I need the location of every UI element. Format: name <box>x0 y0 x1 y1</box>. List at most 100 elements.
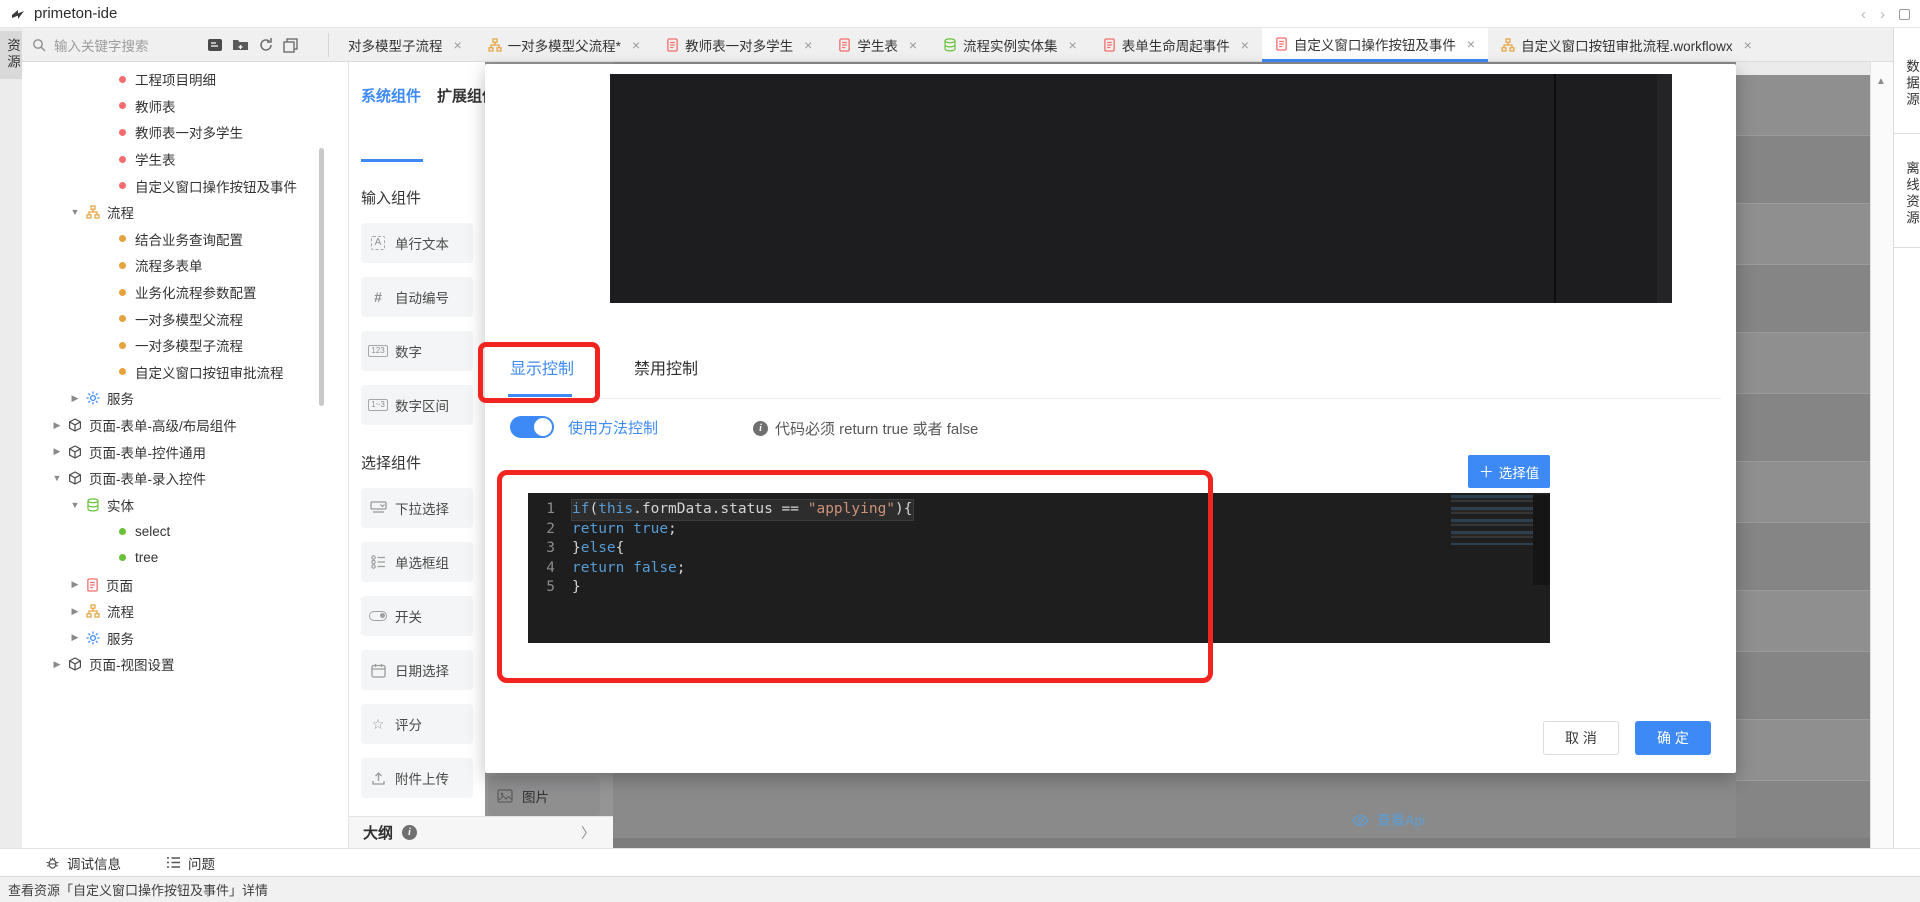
tree-item[interactable]: 一对多模型父流程 <box>22 305 348 332</box>
tree-item[interactable]: ▼实体 <box>22 492 348 519</box>
tree-item[interactable]: ▼页面-表单-录入控件 <box>22 465 348 492</box>
chevron-down-icon[interactable]: ▼ <box>70 207 80 217</box>
tree-item[interactable]: ▶服务 <box>22 624 348 651</box>
property-panel-header-dimmed <box>1736 62 1870 75</box>
tree-item[interactable]: ▶页面-表单-控件通用 <box>22 438 348 465</box>
rail-tab-offline-resources[interactable]: 离线资源 <box>1894 134 1920 248</box>
dialog-tab[interactable]: 禁用控制 <box>634 355 698 379</box>
palette-item[interactable]: 单选框组 <box>361 542 473 582</box>
layout-icon[interactable] <box>1899 9 1910 20</box>
debug-info-button[interactable]: 调试信息 <box>45 853 121 873</box>
form-icon <box>1275 37 1288 51</box>
palette-outline-footer[interactable]: 大纲 i 〉 <box>349 816 613 848</box>
upload-icon <box>361 771 395 786</box>
palette-item[interactable]: 开关 <box>361 596 473 636</box>
chevron-right-icon[interactable]: ▶ <box>70 632 80 643</box>
tree-item[interactable]: tree <box>22 545 348 572</box>
tree-item[interactable]: 流程多表单 <box>22 252 348 279</box>
palette-item[interactable]: A单行文本 <box>361 223 473 263</box>
cancel-button[interactable]: 取 消 <box>1543 721 1619 755</box>
chevron-right-icon[interactable]: ▶ <box>52 446 62 457</box>
scroll-up-icon[interactable]: ▲ <box>1876 76 1886 87</box>
palette-item[interactable]: ☆评分 <box>361 704 473 744</box>
nav-back-icon[interactable]: ‹ <box>1861 6 1866 23</box>
tab-label: 学生表 <box>857 35 898 55</box>
tree-item-label: 学生表 <box>135 149 176 169</box>
eye-icon <box>1352 814 1369 827</box>
tab-label: 对多模型子流程 <box>348 35 443 55</box>
tree-item[interactable]: 自定义窗口操作按钮及事件 <box>22 172 348 199</box>
collapse-all-icon[interactable] <box>283 37 299 53</box>
chevron-right-icon[interactable]: ▶ <box>52 420 62 431</box>
palette-item[interactable]: 1~3数字区间 <box>361 385 473 425</box>
left-activity-rail: 资源 <box>0 28 22 848</box>
tree-item[interactable]: ▶流程 <box>22 598 348 625</box>
flow-icon <box>1501 38 1515 52</box>
palette-tab[interactable]: 系统组件 <box>361 75 421 111</box>
new-folder-icon[interactable] <box>232 37 249 53</box>
num-icon: 123 <box>361 345 395 357</box>
tree-item[interactable]: 学生表 <box>22 146 348 173</box>
tree-item[interactable]: 工程项目明细 <box>22 66 348 93</box>
editor-tab[interactable]: 自定义窗口操作按钮及事件× <box>1262 28 1488 62</box>
editor-tab[interactable]: 表单生命周起事件× <box>1090 28 1262 62</box>
tree-item[interactable]: select <box>22 518 348 545</box>
ok-button[interactable]: 确 定 <box>1635 721 1711 755</box>
tab-label: 流程实例实体集 <box>963 35 1058 55</box>
resource-tree: 工程项目明细教师表教师表一对多学生学生表自定义窗口操作按钮及事件▼流程结合业务查… <box>22 62 348 678</box>
chevron-down-icon[interactable]: ▼ <box>70 500 80 510</box>
chevron-down-icon[interactable]: ▼ <box>52 473 62 483</box>
tree-item[interactable]: ▶页面 <box>22 571 348 598</box>
editor-tab[interactable]: 对多模型子流程 × <box>335 28 475 62</box>
tree-item[interactable]: ▼流程 <box>22 199 348 226</box>
info-icon: i <box>753 421 768 436</box>
palette-item[interactable]: #自动编号 <box>361 277 473 317</box>
chevron-right-icon[interactable]: ▶ <box>52 659 62 670</box>
board-icon[interactable] <box>207 37 223 53</box>
editor-tab[interactable]: 学生表 × <box>825 28 930 62</box>
close-tab-icon[interactable]: × <box>1744 37 1752 53</box>
close-tab-icon[interactable]: × <box>804 37 812 53</box>
palette-item[interactable]: 123数字 <box>361 331 473 371</box>
tree-item[interactable]: 结合业务查询配置 <box>22 226 348 253</box>
tree-item[interactable]: 业务化流程参数配置 <box>22 279 348 306</box>
editor-tab[interactable]: 一对多模型父流程*× <box>475 28 653 62</box>
palette-item[interactable]: 下拉选择 <box>361 488 473 528</box>
tree-item[interactable]: 教师表一对多学生 <box>22 119 348 146</box>
chevron-right-icon[interactable]: ▶ <box>70 579 80 590</box>
nav-forward-icon[interactable]: › <box>1880 6 1885 23</box>
rail-tab-datasource[interactable]: 数据源 <box>1894 28 1920 134</box>
palette-item[interactable]: 日期选择 <box>361 650 473 690</box>
rail-tab-resources[interactable]: 资源 <box>0 31 22 79</box>
editor-tab[interactable]: 流程实例实体集 × <box>930 28 1090 62</box>
tree-item[interactable]: ▶服务 <box>22 385 348 412</box>
view-api-link[interactable]: 查看Api <box>1352 810 1425 830</box>
close-tab-icon[interactable]: × <box>1467 36 1475 52</box>
tree-item[interactable]: 一对多模型子流程 <box>22 332 348 359</box>
tree-item[interactable]: ▶页面-视图设置 <box>22 651 348 678</box>
editor-tab[interactable]: 自定义窗口按钮审批流程.workflowx× <box>1488 28 1765 62</box>
close-tab-icon[interactable]: × <box>1241 37 1249 53</box>
editor-tab[interactable]: 教师表一对多学生× <box>653 28 825 62</box>
palette-item[interactable]: 附件上传 <box>361 758 473 798</box>
method-control-toggle[interactable] <box>510 416 554 438</box>
close-tab-icon[interactable]: × <box>632 37 640 53</box>
palette-item-label: 开关 <box>395 606 422 626</box>
select-value-button[interactable]: ＋ 选择值 <box>1468 455 1550 488</box>
dark-preview-block <box>610 74 1672 303</box>
flow-icon <box>86 604 100 618</box>
chevron-right-icon[interactable]: ▶ <box>70 606 80 617</box>
close-tab-icon[interactable]: × <box>454 37 462 53</box>
canvas-scrollbar[interactable]: ▲ <box>1870 62 1893 854</box>
tree-item[interactable]: 自定义窗口按钮审批流程 <box>22 359 348 386</box>
sidebar-scrollbar[interactable] <box>319 148 324 406</box>
editor-scrollbar[interactable] <box>1533 495 1550 585</box>
chevron-right-icon[interactable]: ▶ <box>70 393 80 404</box>
refresh-icon[interactable] <box>258 37 274 53</box>
close-tab-icon[interactable]: × <box>909 37 917 53</box>
tree-item[interactable]: ▶页面-表单-高级/布局组件 <box>22 412 348 439</box>
tree-item[interactable]: 教师表 <box>22 93 348 120</box>
close-tab-icon[interactable]: × <box>1069 37 1077 53</box>
db-icon <box>943 38 957 52</box>
problems-button[interactable]: 问题 <box>166 853 215 873</box>
